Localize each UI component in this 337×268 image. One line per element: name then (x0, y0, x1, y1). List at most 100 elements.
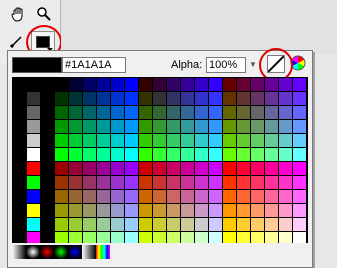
color-swatch[interactable] (153, 106, 166, 119)
color-swatch[interactable] (265, 148, 278, 161)
color-swatch[interactable] (279, 120, 292, 133)
color-swatch[interactable] (153, 148, 166, 161)
color-swatch[interactable] (279, 232, 292, 243)
color-swatch[interactable] (209, 106, 222, 119)
color-swatch[interactable] (167, 120, 180, 133)
color-swatch[interactable] (181, 218, 194, 231)
color-swatch[interactable] (223, 204, 236, 217)
color-swatch[interactable] (111, 120, 124, 133)
color-swatch[interactable] (209, 232, 222, 243)
color-swatch[interactable] (237, 92, 250, 105)
color-swatch[interactable] (265, 120, 278, 133)
color-swatch[interactable] (153, 204, 166, 217)
color-swatch[interactable] (139, 120, 152, 133)
color-swatch[interactable] (139, 134, 152, 147)
color-swatch[interactable] (293, 120, 306, 133)
color-swatch[interactable] (27, 176, 40, 189)
color-swatch[interactable] (153, 78, 166, 91)
color-swatch[interactable] (293, 134, 306, 147)
color-swatch[interactable] (13, 106, 26, 119)
gradient-swatch-svg[interactable] (12, 245, 122, 259)
color-swatch[interactable] (27, 106, 40, 119)
color-swatch[interactable] (13, 176, 26, 189)
color-swatch[interactable] (83, 148, 96, 161)
color-swatch[interactable] (13, 78, 26, 91)
color-swatch[interactable] (111, 106, 124, 119)
color-swatch[interactable] (223, 92, 236, 105)
color-swatch[interactable] (55, 78, 68, 91)
color-swatch[interactable] (97, 190, 110, 203)
color-swatch[interactable] (265, 92, 278, 105)
color-swatch[interactable] (83, 190, 96, 203)
color-swatch[interactable] (111, 204, 124, 217)
color-swatch[interactable] (167, 148, 180, 161)
color-swatch[interactable] (83, 106, 96, 119)
color-swatch[interactable] (293, 162, 306, 175)
color-swatch[interactable] (55, 218, 68, 231)
hex-color-input[interactable]: #1A1A1A (62, 57, 126, 73)
color-swatch[interactable] (279, 106, 292, 119)
color-swatch[interactable] (55, 232, 68, 243)
color-swatch[interactable] (195, 162, 208, 175)
color-swatch[interactable] (153, 190, 166, 203)
color-swatch[interactable] (125, 134, 138, 147)
color-swatch[interactable] (27, 134, 40, 147)
color-swatch[interactable] (223, 232, 236, 243)
color-swatch[interactable] (69, 92, 82, 105)
color-swatch[interactable] (223, 176, 236, 189)
color-swatch[interactable] (139, 218, 152, 231)
color-swatch[interactable] (55, 176, 68, 189)
color-swatch[interactable] (251, 134, 264, 147)
color-swatch[interactable] (83, 176, 96, 189)
color-wheel-icon[interactable] (290, 55, 306, 71)
gradient-swatches[interactable] (12, 245, 122, 259)
color-swatch[interactable] (111, 92, 124, 105)
color-swatch[interactable] (153, 134, 166, 147)
color-swatch[interactable] (209, 176, 222, 189)
pen-icon[interactable] (6, 32, 26, 52)
color-swatch[interactable] (209, 218, 222, 231)
color-swatch[interactable] (195, 78, 208, 91)
alpha-dropdown-icon[interactable]: ▼ (248, 57, 258, 71)
color-swatch[interactable] (167, 106, 180, 119)
color-swatch[interactable] (265, 106, 278, 119)
color-swatch[interactable] (97, 120, 110, 133)
color-swatch[interactable] (209, 190, 222, 203)
hand-icon[interactable] (8, 4, 28, 24)
color-swatch[interactable] (13, 120, 26, 133)
color-swatch[interactable] (27, 148, 40, 161)
color-swatch[interactable] (195, 176, 208, 189)
color-swatch[interactable] (69, 218, 82, 231)
color-swatch[interactable] (153, 176, 166, 189)
color-swatch[interactable] (195, 134, 208, 147)
color-swatch[interactable] (27, 120, 40, 133)
color-swatch[interactable] (83, 232, 96, 243)
color-swatch[interactable] (55, 134, 68, 147)
color-swatch[interactable] (125, 190, 138, 203)
color-swatch[interactable] (279, 162, 292, 175)
color-swatch[interactable] (223, 190, 236, 203)
color-swatch[interactable] (55, 204, 68, 217)
color-swatch[interactable] (209, 92, 222, 105)
color-swatch[interactable] (83, 162, 96, 175)
color-swatch[interactable] (55, 106, 68, 119)
color-swatch[interactable] (97, 176, 110, 189)
color-swatch[interactable] (167, 218, 180, 231)
color-swatch[interactable] (27, 204, 40, 217)
color-swatch[interactable] (195, 120, 208, 133)
color-swatch[interactable] (125, 106, 138, 119)
color-swatch[interactable] (237, 204, 250, 217)
color-swatch[interactable] (167, 134, 180, 147)
color-swatch[interactable] (111, 78, 124, 91)
color-swatch[interactable] (279, 92, 292, 105)
color-swatch[interactable] (167, 232, 180, 243)
color-swatch[interactable] (13, 134, 26, 147)
color-swatch[interactable] (55, 120, 68, 133)
color-swatch[interactable] (293, 92, 306, 105)
color-swatch[interactable] (181, 78, 194, 91)
color-swatch[interactable] (139, 232, 152, 243)
color-swatch[interactable] (293, 232, 306, 243)
color-swatch[interactable] (181, 120, 194, 133)
color-swatch[interactable] (265, 78, 278, 91)
color-swatch[interactable] (195, 218, 208, 231)
